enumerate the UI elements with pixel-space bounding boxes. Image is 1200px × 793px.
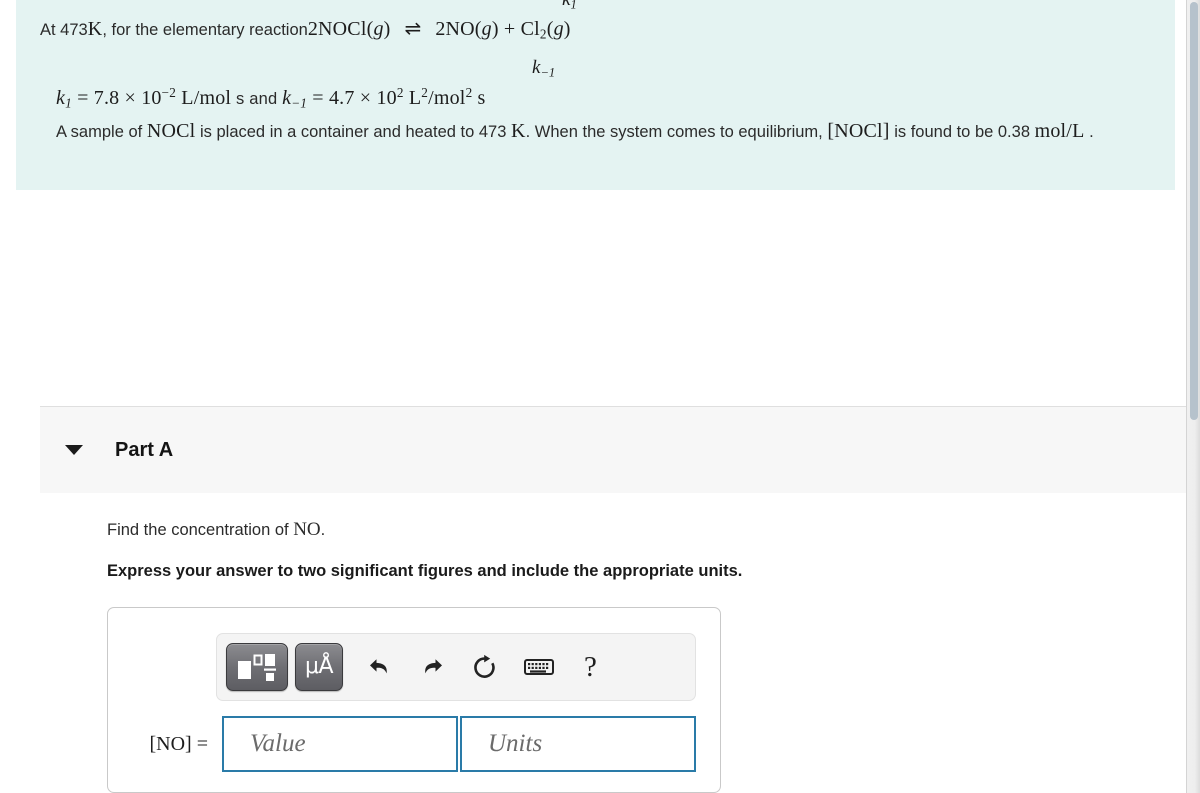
- paragraph-part-2: is placed in a container and heated to 4…: [195, 123, 511, 141]
- vertical-scrollbar[interactable]: [1186, 0, 1200, 793]
- part-a-title: Part A: [115, 438, 174, 461]
- question-body: Find the concentration of NO. Express yo…: [107, 519, 1007, 581]
- units-input[interactable]: [460, 716, 696, 772]
- rate-constants-line: k1 = 7.8 × 10−2 L/mol s and k−1 = 4.7 × …: [56, 86, 486, 110]
- page-content: k1 At 473 K, for the elementary reaction…: [0, 0, 1186, 793]
- math-template-button[interactable]: [226, 643, 288, 691]
- value-input[interactable]: [222, 716, 458, 772]
- reset-circular-arrow-icon: [474, 654, 495, 678]
- paragraph-part-5: .: [1084, 123, 1094, 141]
- answer-entry-box: μÅ ? [NO] = Value Units: [107, 607, 721, 793]
- question-prompt-prefix: Find the concentration of: [107, 521, 294, 539]
- keyboard-icon: [524, 659, 554, 675]
- answer-instruction: Express your answer to two significant f…: [107, 562, 743, 580]
- paragraph-part-1: A sample of: [56, 123, 147, 141]
- paragraph-part-3: . When the system comes to equilibrium,: [525, 123, 828, 141]
- chem-kelvin: K: [510, 120, 526, 142]
- reverse-rate-constant-label: k−1: [532, 57, 556, 80]
- rate-constants-expression: k1 = 7.8 × 10−2 L/mol s and k−1 = 4.7 × …: [56, 85, 486, 111]
- answer-toolbar: μÅ ?: [216, 633, 696, 701]
- chem-nocl-1: NOCl: [146, 120, 196, 142]
- undo-button[interactable]: [367, 654, 393, 680]
- reactant-formula: 2NOCl(g): [307, 18, 391, 40]
- reset-button[interactable]: [471, 654, 498, 681]
- chem-no: NO: [293, 519, 321, 540]
- undo-arrow-icon: [370, 659, 387, 674]
- chem-nocl-conc: [NOCl]: [827, 120, 890, 142]
- temperature-unit-k: K: [87, 18, 103, 40]
- answer-label: [NO] =: [149, 732, 209, 755]
- chem-mol-per-l: mol/L: [1034, 120, 1085, 142]
- units-button[interactable]: μÅ: [295, 643, 343, 691]
- redo-button[interactable]: [419, 654, 445, 680]
- redo-arrow-icon: [425, 659, 442, 674]
- scrollbar-thumb[interactable]: [1190, 2, 1198, 420]
- question-prompt: Find the concentration of NO.: [107, 519, 1007, 541]
- caret-down-icon[interactable]: [65, 445, 83, 455]
- math-template-icon: [238, 654, 276, 681]
- micro-angstrom-icon: μÅ: [304, 654, 334, 679]
- forward-rate-constant-label: k1: [562, 0, 577, 12]
- product-formula: 2NO(g) + Cl2(g): [435, 18, 571, 42]
- equilibrium-arrow-icon: ⇌: [404, 16, 422, 40]
- problem-statement-box: k1 At 473 K, for the elementary reaction…: [16, 0, 1175, 190]
- paragraph-part-4: is found to be 0.38: [889, 123, 1035, 141]
- question-prompt-suffix: .: [320, 521, 326, 539]
- problem-paragraph: A sample of NOCl is placed in a containe…: [56, 118, 1166, 146]
- answer-input-row: [NO] =: [126, 716, 696, 772]
- keyboard-button[interactable]: [524, 657, 554, 677]
- reaction-intro-mid: , for the elementary reaction: [102, 21, 308, 39]
- help-button[interactable]: ?: [584, 652, 597, 682]
- reaction-intro-prefix: At 473: [40, 21, 88, 39]
- reaction-equation: At 473 K, for the elementary reaction 2N…: [40, 18, 571, 41]
- part-a-header[interactable]: Part A: [40, 406, 1186, 493]
- part-a-section: Part A: [40, 406, 1186, 493]
